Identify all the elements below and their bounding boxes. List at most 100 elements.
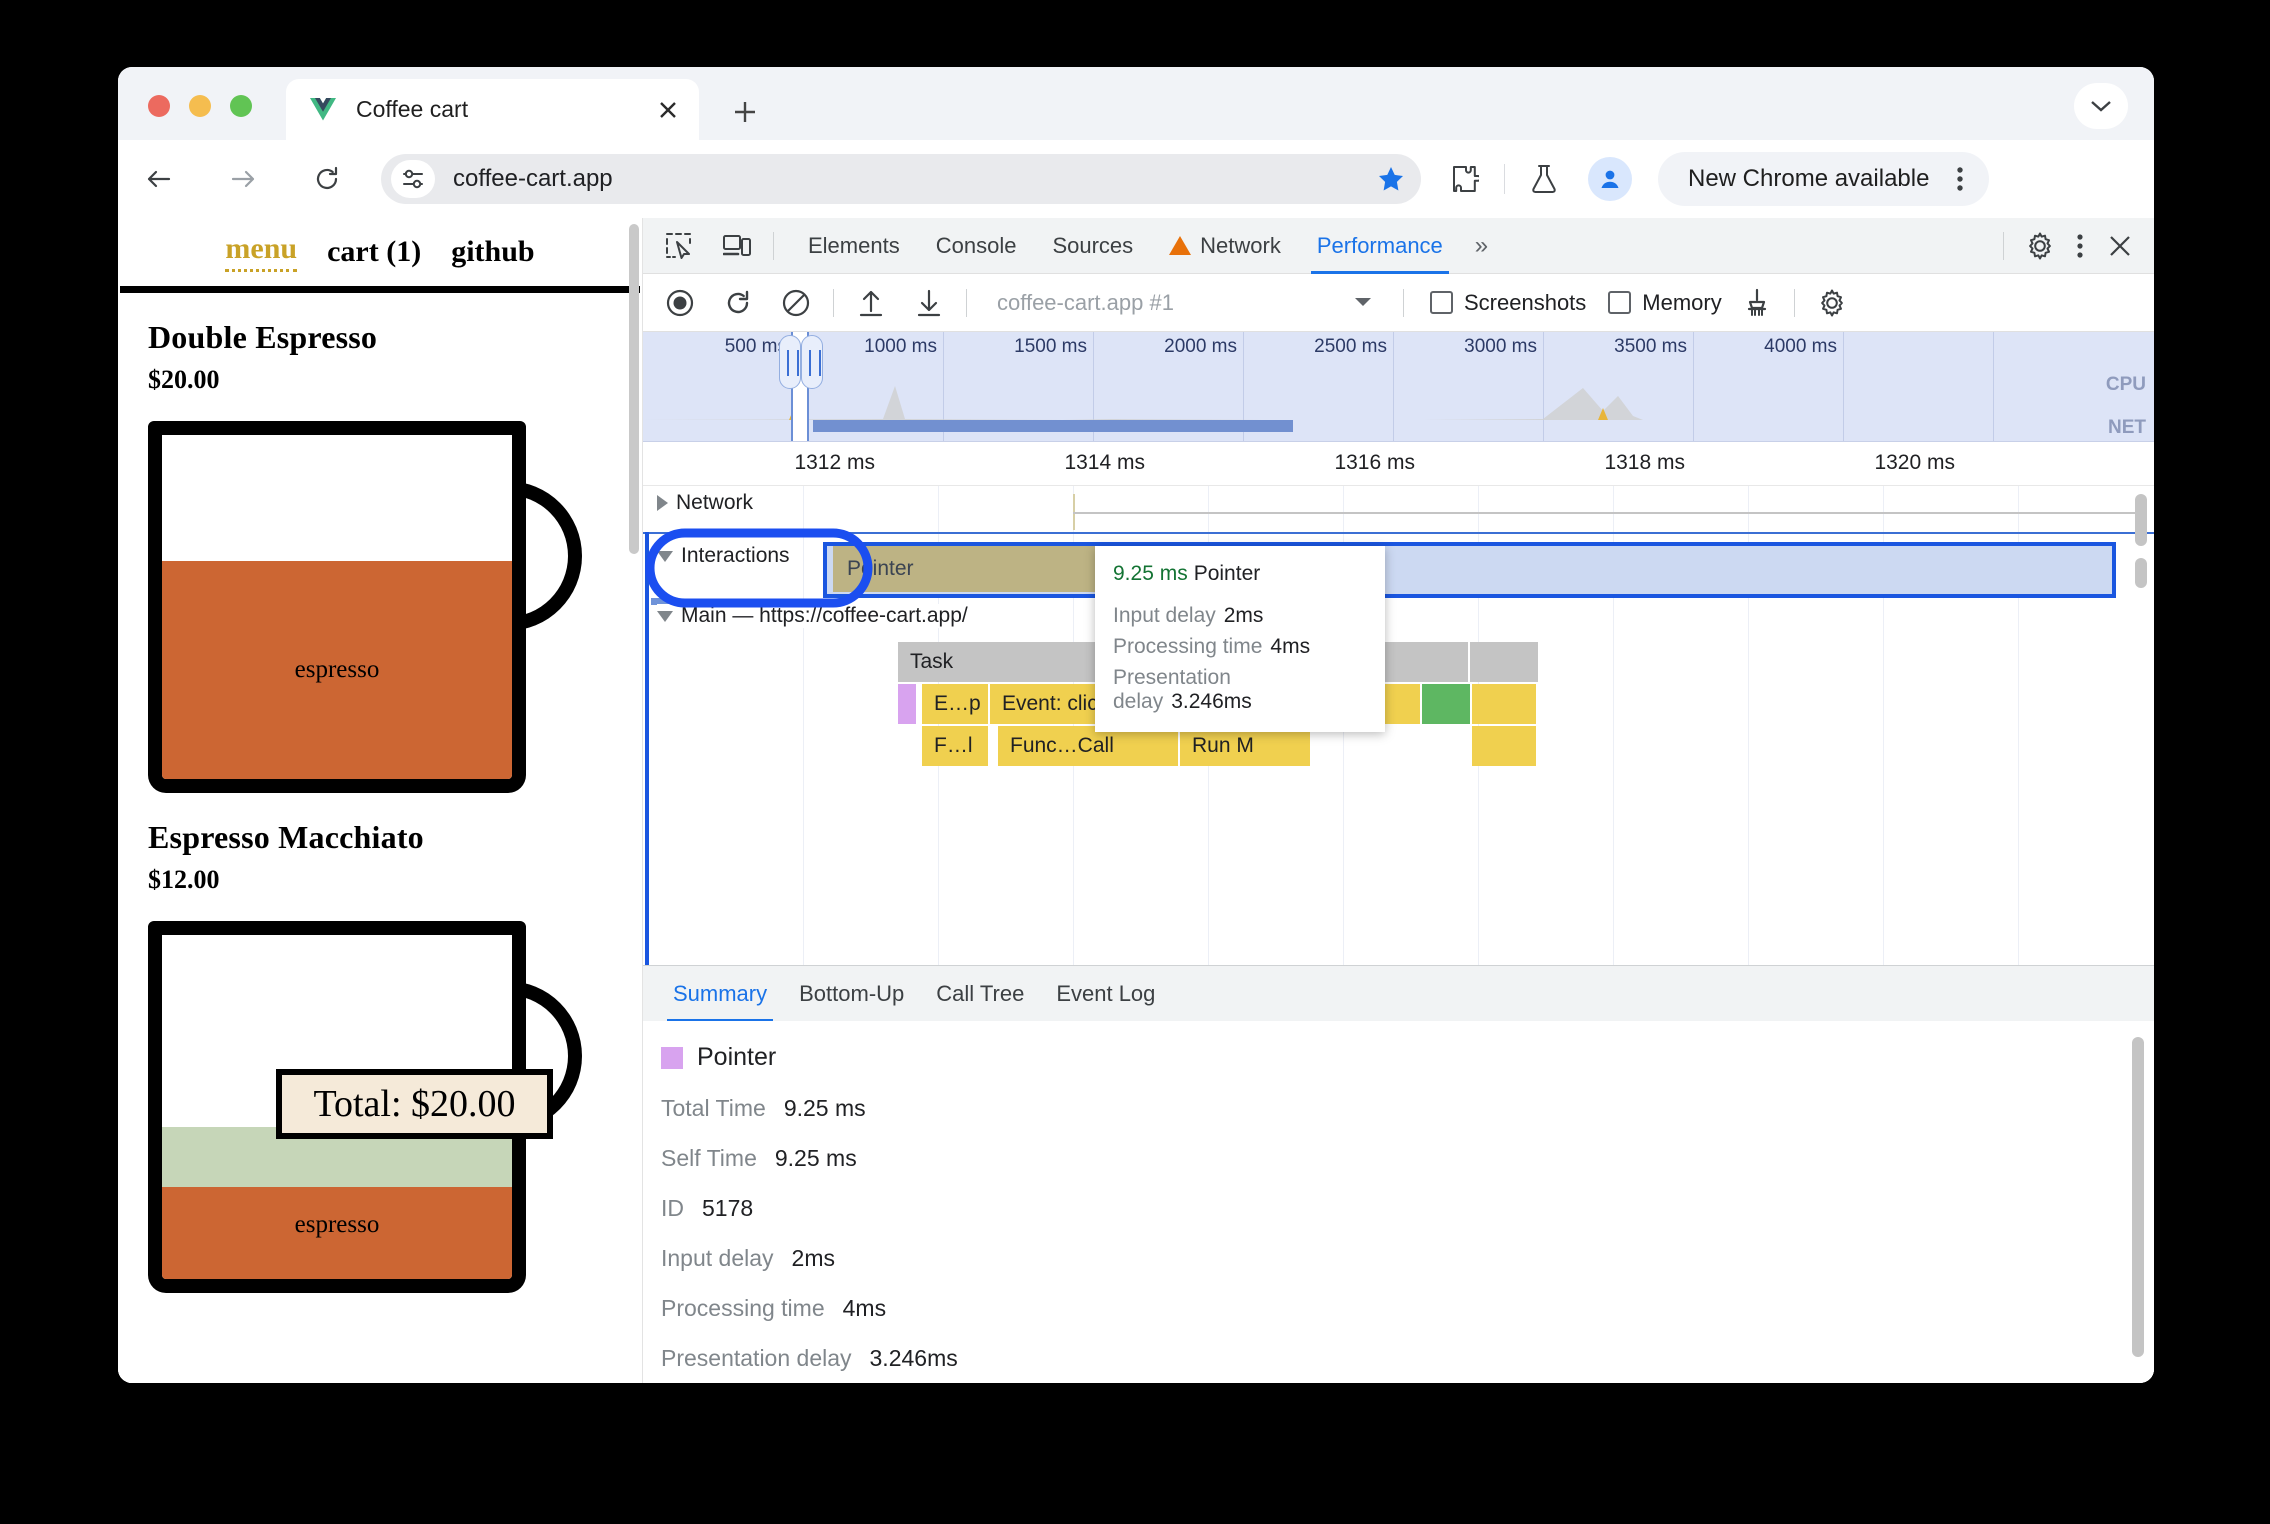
- overview-handle-right[interactable]: [801, 335, 823, 389]
- more-tabs-button[interactable]: »: [1461, 218, 1502, 274]
- download-arrow-icon[interactable]: [908, 282, 950, 324]
- cart-total-tooltip: Total: $20.00: [276, 1069, 553, 1139]
- track-label-text: Network: [676, 491, 754, 514]
- track-interactions[interactable]: Interactions: [657, 540, 800, 572]
- overview-handle-left[interactable]: [779, 335, 801, 389]
- timeline-flame-chart[interactable]: Network Pointer Interactions Main — http…: [643, 486, 2154, 965]
- network-overview-bar: [813, 420, 1293, 432]
- product-card[interactable]: Espresso Macchiato $12.00 espresso: [118, 793, 642, 1293]
- broom-icon[interactable]: [1736, 282, 1778, 324]
- flame-bar-function-call[interactable]: Func…Call: [998, 726, 1178, 766]
- summary-panel: Pointer Total Time 9.25 ms Self Time 9.2…: [643, 1021, 2154, 1383]
- flame-bar-task-2[interactable]: [1470, 642, 1538, 682]
- close-icon[interactable]: [651, 93, 685, 127]
- product-card[interactable]: Double Espresso $20.00 espresso: [118, 293, 642, 793]
- toolbar-divider: [1504, 164, 1505, 194]
- track-network[interactable]: Network: [657, 491, 760, 515]
- cup-body: espresso: [148, 421, 526, 793]
- tab-label: Performance: [1316, 232, 1443, 258]
- tab-title: Coffee cart: [356, 96, 469, 122]
- flame-bar-script[interactable]: [1472, 684, 1536, 724]
- device-toolbar-icon[interactable]: [717, 226, 757, 266]
- performance-controls: coffee-cart.app #1 Screenshots Memory: [643, 274, 2154, 332]
- summary-row: Total Time 9.25 ms: [661, 1095, 2154, 1122]
- tab-summary[interactable]: Summary: [657, 966, 783, 1022]
- tab-network[interactable]: Network: [1151, 218, 1299, 274]
- timeline-tick: 1312 ms: [794, 451, 875, 474]
- tab-label: Network: [1200, 232, 1281, 258]
- clear-prohibited-icon[interactable]: [775, 282, 817, 324]
- memory-checkbox[interactable]: Memory: [1608, 290, 1722, 316]
- flame-bar-paint[interactable]: [1422, 684, 1470, 724]
- tab-event-log[interactable]: Event Log: [1040, 966, 1171, 1022]
- devtools-tabbar-actions: [1987, 226, 2154, 266]
- nav-link-cart[interactable]: cart (1): [327, 235, 421, 269]
- minimize-window-button[interactable]: [189, 95, 211, 117]
- recording-session-select[interactable]: coffee-cart.app #1: [997, 290, 1387, 316]
- tab-elements[interactable]: Elements: [790, 218, 918, 274]
- tab-label: Elements: [808, 232, 900, 258]
- arrow-left-icon[interactable]: [137, 157, 181, 201]
- close-window-button[interactable]: [148, 95, 170, 117]
- product-name: Espresso Macchiato: [148, 819, 424, 855]
- flame-bar-script-2[interactable]: [1472, 726, 1536, 766]
- tooltip-value: 3.246ms: [1171, 690, 1252, 713]
- tab-performance[interactable]: Performance: [1299, 218, 1461, 274]
- checkbox-box[interactable]: [1430, 291, 1453, 314]
- page-scrollbar[interactable]: [629, 224, 639, 554]
- gear-icon[interactable]: [1811, 282, 1853, 324]
- browser-tab[interactable]: Coffee cart: [286, 79, 699, 140]
- chevron-down-icon[interactable]: [2074, 83, 2128, 129]
- tab-label: Sources: [1052, 232, 1134, 258]
- flame-bar-run-microtasks[interactable]: Run M: [1180, 726, 1310, 766]
- address-bar[interactable]: coffee-cart.app: [381, 154, 1421, 204]
- nav-link-menu[interactable]: menu: [225, 232, 298, 272]
- kebab-menu-icon[interactable]: [2060, 226, 2100, 266]
- star-filled-icon[interactable]: [1369, 157, 1413, 201]
- record-circle-icon[interactable]: [659, 282, 701, 324]
- flame-scrollbar-upper[interactable]: [2135, 494, 2147, 546]
- arrow-right-icon[interactable]: [221, 157, 265, 201]
- overview-tick: 2500 ms: [1314, 336, 1387, 357]
- upload-arrow-icon[interactable]: [850, 282, 892, 324]
- tab-label: Event Log: [1056, 980, 1156, 1006]
- close-icon[interactable]: [2100, 226, 2140, 266]
- maximize-window-button[interactable]: [230, 95, 252, 117]
- puzzle-piece-icon[interactable]: [1443, 157, 1487, 201]
- tab-call-tree[interactable]: Call Tree: [920, 966, 1040, 1022]
- new-tab-button[interactable]: [726, 93, 764, 131]
- toolbar-divider: [966, 288, 967, 317]
- coffee-cup-graphic[interactable]: espresso: [148, 421, 582, 793]
- flame-chart-tooltip: 9.25 ms Pointer Input delay 2ms Processing…: [1095, 546, 1385, 732]
- flame-bar-event-short[interactable]: E…p: [922, 684, 988, 724]
- flame-bar-interaction[interactable]: [898, 684, 916, 724]
- flame-scrollbar-lower[interactable]: [2135, 558, 2147, 588]
- timeline-overview[interactable]: 500 ms 1000 ms 1500 ms 2000 ms 2500 ms 3…: [643, 332, 2154, 442]
- track-main[interactable]: Main — https://coffee-cart.app/: [657, 604, 974, 628]
- chrome-update-chip[interactable]: New Chrome available: [1658, 152, 1990, 206]
- gear-icon[interactable]: [2020, 226, 2060, 266]
- screenshots-checkbox[interactable]: Screenshots: [1430, 290, 1586, 316]
- person-icon[interactable]: [1588, 157, 1632, 201]
- flask-icon[interactable]: [1522, 157, 1566, 201]
- reload-record-icon[interactable]: [717, 282, 759, 324]
- tab-sources[interactable]: Sources: [1034, 218, 1151, 274]
- tooltip-header: 9.25 ms Pointer: [1113, 562, 1367, 586]
- tune-icon[interactable]: [391, 160, 435, 198]
- summary-value: 4ms: [842, 1295, 887, 1321]
- kebab-menu-icon[interactable]: [1939, 158, 1981, 200]
- flame-bar-function[interactable]: F…l: [922, 726, 988, 766]
- tab-bottom-up[interactable]: Bottom-Up: [783, 966, 920, 1022]
- nav-link-github[interactable]: github: [451, 235, 534, 269]
- tab-strip: Coffee cart: [118, 67, 2154, 140]
- track-label-text: Main — https://coffee-cart.app/: [681, 604, 968, 627]
- checkbox-box[interactable]: [1608, 291, 1632, 314]
- summary-scrollbar[interactable]: [2132, 1037, 2144, 1357]
- summary-value: 9.25 ms: [783, 1095, 866, 1121]
- chevron-right-icon: [657, 495, 668, 511]
- toolbar-divider: [833, 288, 834, 317]
- inspect-element-icon[interactable]: [659, 226, 699, 266]
- tab-console[interactable]: Console: [918, 218, 1035, 274]
- track-label-text: Interactions: [681, 544, 790, 567]
- reload-icon[interactable]: [305, 157, 349, 201]
